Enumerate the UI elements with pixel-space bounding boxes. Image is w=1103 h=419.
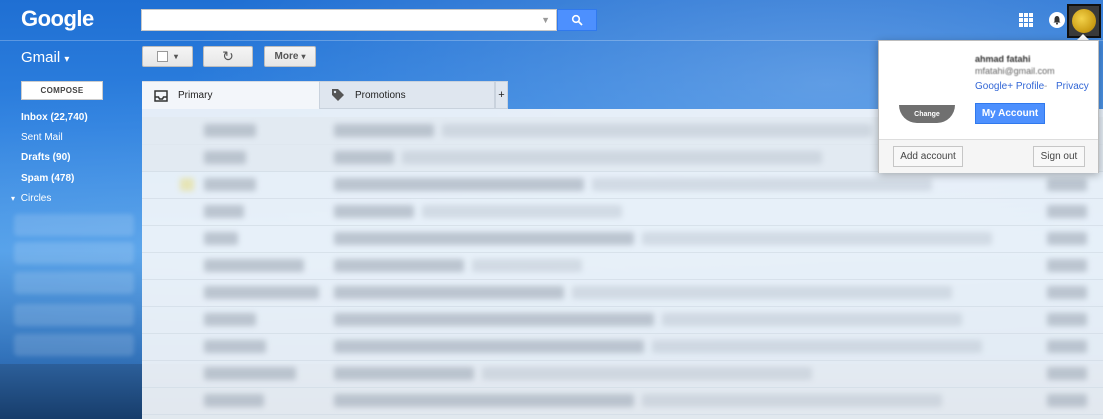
checkbox-icon [156,51,168,62]
app-switcher[interactable]: Gmail ▾ [21,49,69,66]
app-label: Gmail [21,49,61,66]
search-button[interactable] [557,9,597,31]
add-tab-button[interactable]: + [495,81,508,109]
account-popup: Change ahmad fatahi mfatahi@gmail.com Go… [878,40,1099,173]
compose-button[interactable]: COMPOSE [21,81,103,100]
list-row[interactable] [142,279,1103,307]
circle-item[interactable] [14,304,134,326]
search-icon [571,14,583,26]
list-row[interactable] [142,306,1103,334]
list-row[interactable] [142,198,1103,226]
inbox-icon [154,89,168,102]
sidebar-item-sent[interactable]: Sent Mail [21,132,63,143]
popup-footer: Add account Sign out [879,139,1098,173]
tab-label: Promotions [355,89,406,101]
chevron-down-icon: ▾ [301,52,306,61]
circle-item[interactable] [14,334,134,356]
list-row[interactable] [142,387,1103,415]
add-account-button[interactable]: Add account [893,146,963,167]
list-row[interactable] [142,225,1103,253]
google-plus-profile-link[interactable]: Google+ Profile [975,81,1044,92]
sidebar-item-spam[interactable]: Spam (478) [21,173,74,184]
link-separator: - [1044,81,1048,92]
apps-grid-icon[interactable] [1019,13,1033,27]
refresh-icon: ↻ [222,48,234,64]
search-input[interactable]: ▼ [141,9,557,31]
account-email: mfatahi@gmail.com [975,66,1055,76]
chevron-down-icon: ▾ [64,54,70,65]
search-options-caret-icon[interactable]: ▼ [541,15,550,25]
list-row[interactable] [142,171,1103,199]
select-all-button[interactable]: ▾ [142,46,193,67]
my-account-button[interactable]: My Account [975,103,1045,124]
google-logo[interactable]: Google [21,6,94,32]
tab-primary[interactable]: Primary [142,81,319,109]
sidebar-item-inbox[interactable]: Inbox (22,740) [21,112,88,123]
sidebar-item-circles[interactable]: ▾ Circles [11,193,51,204]
circle-item[interactable] [14,214,134,236]
privacy-link[interactable]: Privacy [1056,81,1089,92]
circle-item[interactable] [14,272,134,294]
more-label: More [274,51,299,62]
sidebar-item-drafts[interactable]: Drafts (90) [21,152,70,163]
bell-icon [1053,16,1061,25]
list-row[interactable] [142,333,1103,361]
account-name: ahmad fatahi [975,54,1031,64]
avatar [1072,9,1096,33]
account-avatar-button[interactable] [1067,4,1101,38]
list-row[interactable] [142,252,1103,280]
tag-icon [332,89,344,101]
more-button[interactable]: More ▾ [264,46,316,67]
sidebar-item-label: Circles [20,193,52,204]
chevron-down-icon: ▾ [11,194,16,203]
chevron-down-icon: ▾ [173,52,178,61]
notifications-bell-icon[interactable] [1049,12,1065,28]
sign-out-button[interactable]: Sign out [1033,146,1085,167]
refresh-button[interactable]: ↻ [203,46,253,67]
tab-label: Primary [178,90,213,101]
tab-promotions[interactable]: Promotions [319,81,495,109]
list-row[interactable] [142,360,1103,388]
circle-item[interactable] [14,242,134,264]
